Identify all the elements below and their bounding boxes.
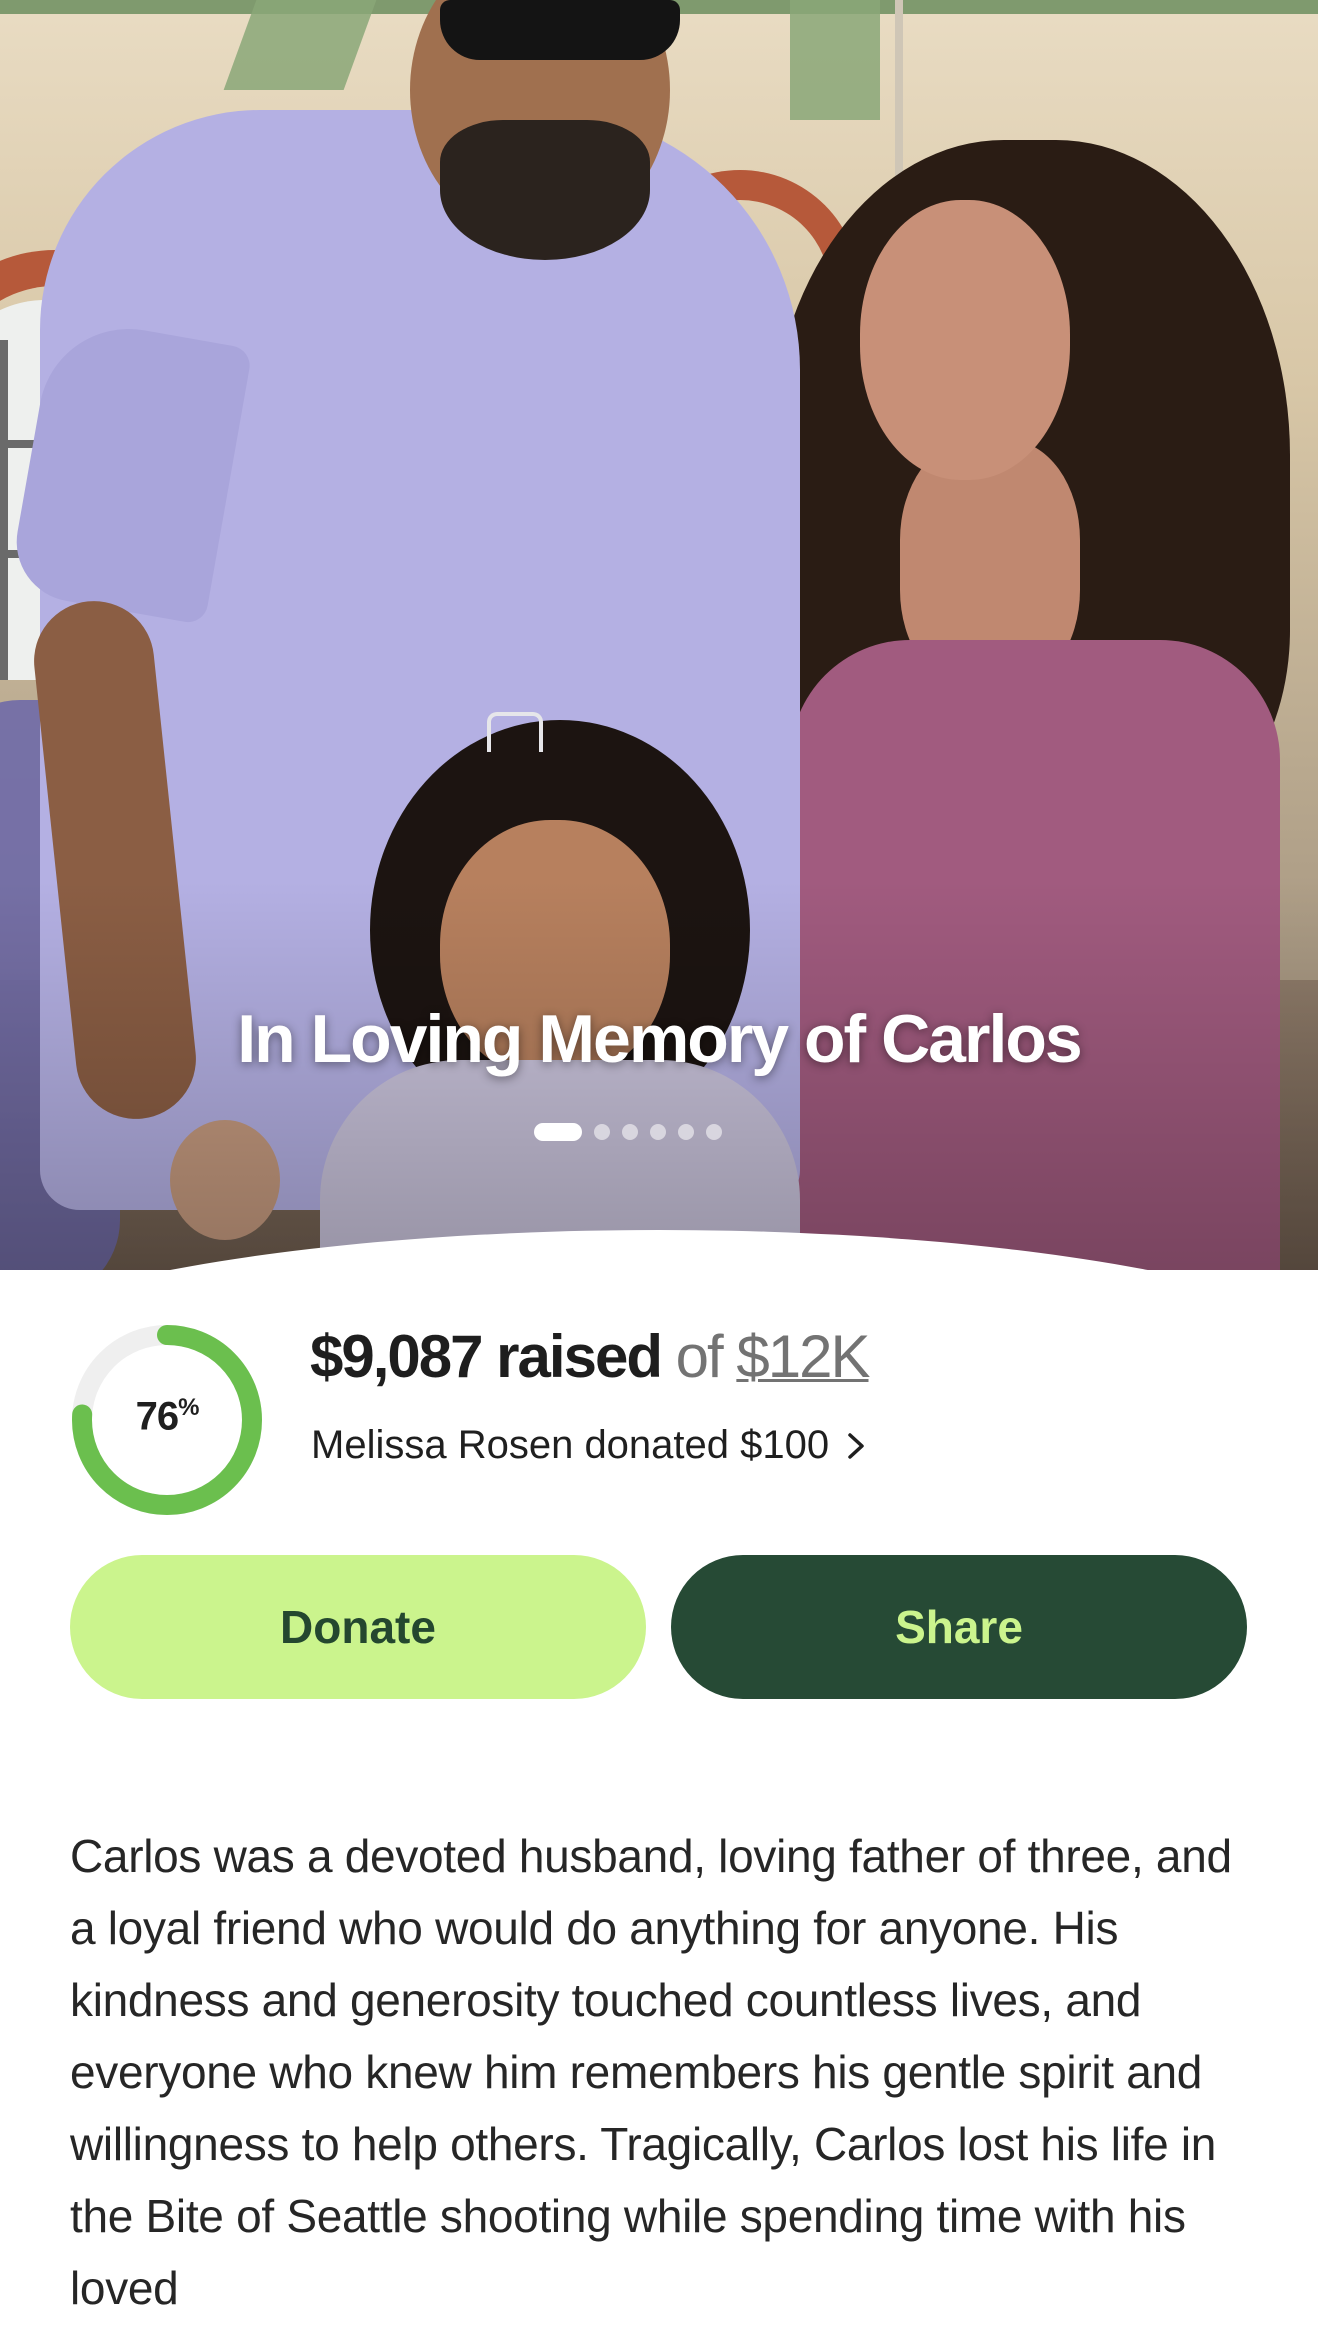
carousel-indicator <box>534 1122 722 1142</box>
donate-button[interactable]: Donate <box>70 1555 646 1699</box>
progress-percent-sign: % <box>178 1394 199 1421</box>
carousel-dot[interactable] <box>678 1124 694 1140</box>
progress-percent: 76% <box>70 1394 264 1439</box>
fundraiser-story: Carlos was a devoted husband, loving fat… <box>70 1830 1232 2314</box>
raised-amount: $9,087 raised <box>310 1323 663 1390</box>
hero-photo-carousel[interactable]: In Loving Memory of Carlos <box>0 0 1318 1270</box>
photo-woman-face <box>860 200 1070 480</box>
photo-tiara <box>487 712 543 752</box>
share-button[interactable]: Share <box>671 1555 1247 1699</box>
carousel-dot-active[interactable] <box>534 1123 582 1141</box>
fundraiser-title: In Loving Memory of Carlos <box>237 1001 1082 1077</box>
carousel-dot[interactable] <box>594 1124 610 1140</box>
goal-amount-link[interactable]: $12K <box>736 1323 870 1390</box>
raised-summary: $9,087 raised of $12K <box>310 1322 871 1391</box>
carousel-dot[interactable] <box>650 1124 666 1140</box>
chevron-right-icon <box>848 1432 864 1459</box>
photo-man-beard <box>440 120 650 260</box>
carousel-dot[interactable] <box>622 1124 638 1140</box>
carousel-dot[interactable] <box>706 1124 722 1140</box>
progress-percent-value: 76 <box>135 1394 179 1439</box>
photo-sunglasses <box>440 0 680 60</box>
recent-donation-link[interactable]: Melissa Rosen donated $100 <box>311 1423 869 1468</box>
photo-bracket <box>790 0 880 120</box>
recent-donation-text: Melissa Rosen donated $100 <box>311 1423 830 1467</box>
raised-of-label: of <box>675 1323 724 1390</box>
